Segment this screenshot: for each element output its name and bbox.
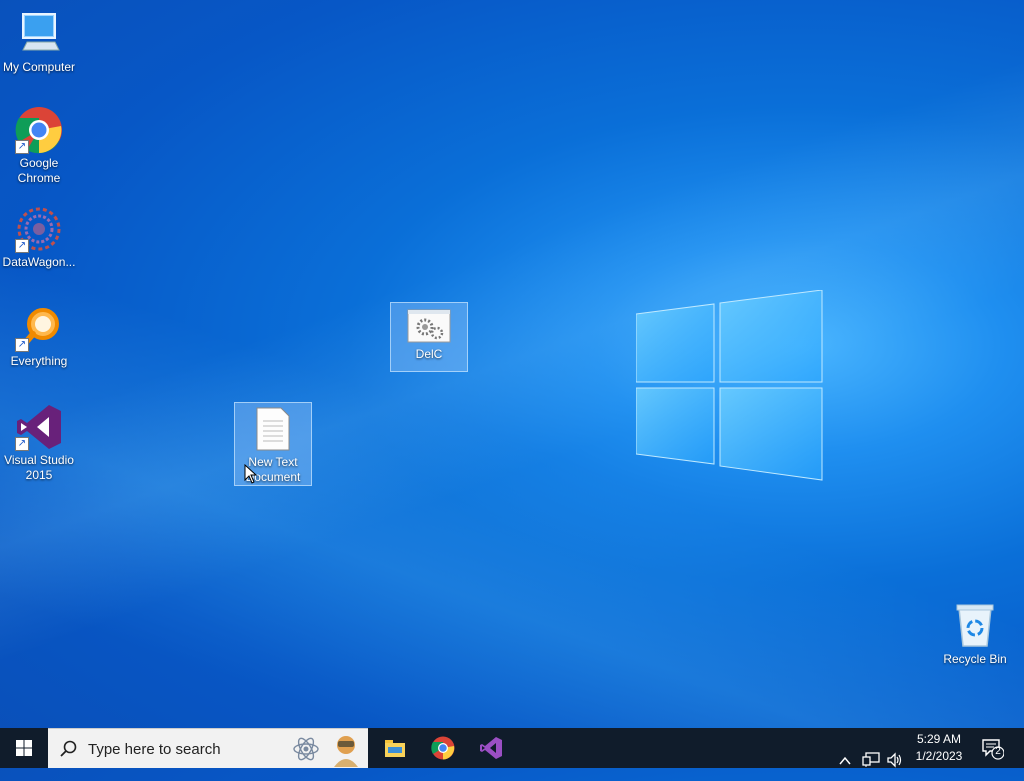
visual-studio-icon xyxy=(480,737,502,759)
atom-decoration-icon xyxy=(293,737,319,761)
taskbar: Type here to search 5:29 AM 1/2/2023 2 xyxy=(0,728,1024,768)
desktop-icon-label: Everything xyxy=(10,354,68,368)
desktop-icon-label: My Computer xyxy=(2,60,76,74)
desktop-icon-google-chrome[interactable]: ↗ Google Chrome xyxy=(0,106,78,186)
gear-window-icon xyxy=(405,309,453,345)
clock-time: 5:29 AM xyxy=(916,732,962,746)
taskbar-visual-studio[interactable] xyxy=(467,728,515,768)
desktop-icon-visual-studio[interactable]: ↗ Visual Studio 2015 xyxy=(0,403,78,483)
desktop-icon-label: DataWagon... xyxy=(2,255,76,269)
windows-start-icon xyxy=(16,740,32,756)
desktop-icon-everything[interactable]: ↗ Everything xyxy=(0,304,78,369)
network-icon[interactable] xyxy=(862,740,880,780)
action-center-button[interactable]: 2 xyxy=(980,736,1005,760)
volume-icon[interactable] xyxy=(886,740,904,780)
desktop-icon-recycle-bin[interactable]: Recycle Bin xyxy=(936,602,1014,667)
mouse-cursor-icon xyxy=(244,464,258,484)
desktop-icon-label: DelC xyxy=(415,347,443,361)
visual-studio-icon: ↗ xyxy=(15,403,63,451)
computer-icon xyxy=(15,10,63,58)
shortcut-arrow-icon: ↗ xyxy=(15,437,29,451)
chrome-icon xyxy=(431,736,455,760)
desktop-icon-datawagon[interactable]: ↗ DataWagon... xyxy=(0,205,78,270)
wallpaper-light-beam-2 xyxy=(0,0,1024,768)
shortcut-arrow-icon: ↗ xyxy=(15,140,29,154)
file-explorer-icon xyxy=(385,740,405,757)
taskbar-search-box[interactable]: Type here to search xyxy=(48,728,368,768)
recycle-bin-icon xyxy=(951,602,999,650)
scientist-illustration-icon xyxy=(334,736,358,767)
windows-logo-wallpaper xyxy=(636,290,823,481)
chevron-up-icon[interactable] xyxy=(838,741,852,781)
search-icon xyxy=(60,740,77,757)
everything-search-icon: ↗ xyxy=(15,304,63,352)
start-button[interactable] xyxy=(0,728,48,768)
desktop-icon-label: Recycle Bin xyxy=(943,652,1007,666)
chrome-icon: ↗ xyxy=(15,106,63,154)
taskbar-file-explorer[interactable] xyxy=(371,728,419,768)
notification-count: 2 xyxy=(995,746,1001,757)
desktop-icon-my-computer[interactable]: My Computer xyxy=(0,10,78,75)
clock-date: 1/2/2023 xyxy=(915,749,963,763)
wallpaper-light-beam xyxy=(0,0,1024,768)
text-document-icon xyxy=(249,407,297,453)
taskbar-clock[interactable]: 5:29 AM 1/2/2023 xyxy=(908,731,970,765)
taskbar-chrome[interactable] xyxy=(419,728,467,768)
desktop-icon-label: Visual Studio 2015 xyxy=(4,453,74,482)
search-placeholder: Type here to search xyxy=(88,741,221,758)
shortcut-arrow-icon: ↗ xyxy=(15,239,29,253)
shortcut-arrow-icon: ↗ xyxy=(15,338,29,352)
desktop-icon-label: Google Chrome xyxy=(17,156,61,185)
datawagon-icon: ↗ xyxy=(15,205,63,253)
desktop-icon-delc[interactable]: DelC xyxy=(390,302,468,372)
